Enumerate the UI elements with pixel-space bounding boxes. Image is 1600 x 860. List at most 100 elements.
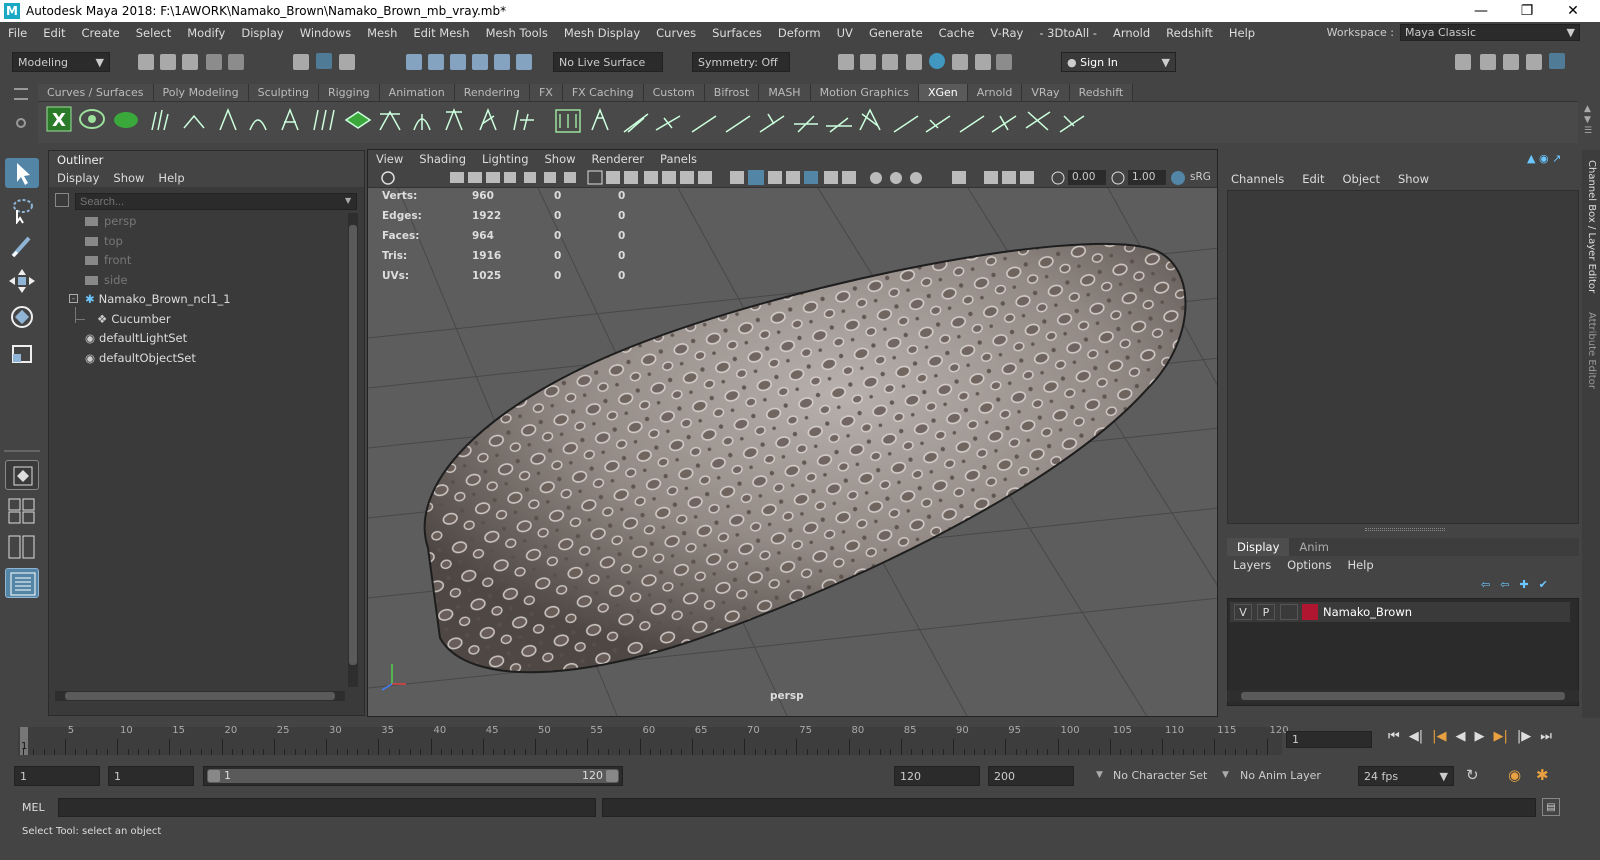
side-tab-channel-box[interactable]: Channel Box / Layer Editor bbox=[1585, 160, 1597, 293]
isolate-icon[interactable] bbox=[544, 172, 556, 183]
select-camera-icon[interactable] bbox=[381, 171, 395, 185]
layer-playback-toggle[interactable]: P bbox=[1257, 604, 1275, 620]
workspace-dropdown[interactable]: Maya Classic ▼ bbox=[1400, 24, 1580, 41]
outliner-item-top[interactable]: top bbox=[85, 232, 123, 250]
viewport-menu-panels[interactable]: Panels bbox=[660, 150, 697, 168]
menu-cache[interactable]: Cache bbox=[931, 26, 983, 40]
menu-select[interactable]: Select bbox=[128, 26, 179, 40]
xray-joints-icon[interactable] bbox=[984, 171, 998, 184]
gamma-field[interactable]: 1.00 bbox=[1128, 170, 1166, 185]
groom-elevation-icon[interactable] bbox=[959, 115, 985, 133]
render-view-icon[interactable] bbox=[929, 53, 945, 69]
guide-cut-icon[interactable] bbox=[445, 107, 463, 131]
guide-add-icon[interactable] bbox=[151, 109, 169, 131]
playback-end-field[interactable]: 120 bbox=[894, 766, 980, 786]
groom-comb-icon[interactable] bbox=[655, 115, 681, 131]
paint-map-icon[interactable] bbox=[555, 109, 581, 133]
guide-rebuild-icon[interactable] bbox=[313, 109, 335, 131]
shelf-tab-mash[interactable]: MASH bbox=[759, 84, 811, 101]
colorspace-label[interactable]: sRG bbox=[1190, 170, 1211, 185]
outliner-menu-help[interactable]: Help bbox=[158, 169, 184, 187]
range-slider[interactable]: 1 120 bbox=[203, 766, 623, 786]
channel-box-menu-edit[interactable]: Edit bbox=[1302, 170, 1324, 188]
select-hierarchy-icon[interactable] bbox=[293, 54, 309, 70]
exposure-icon[interactable] bbox=[1051, 171, 1065, 185]
render-frame-icon[interactable] bbox=[838, 54, 854, 70]
layer-row-namako-brown[interactable]: V P Namako_Brown bbox=[1230, 602, 1570, 622]
channel-box-toggle-icon[interactable] bbox=[1549, 53, 1565, 69]
menu-redshift[interactable]: Redshift bbox=[1158, 26, 1221, 40]
anti-aliasing-icon[interactable] bbox=[910, 172, 922, 184]
loop-icon[interactable]: ↻ bbox=[1466, 766, 1479, 784]
outliner-vertical-scrollbar[interactable] bbox=[348, 213, 358, 687]
command-language-label[interactable]: MEL bbox=[22, 801, 45, 814]
wireframe-on-shaded-icon[interactable] bbox=[768, 171, 782, 184]
shelf-tab-xgen[interactable]: XGen bbox=[918, 84, 968, 101]
viewport-menu-shading[interactable]: Shading bbox=[419, 150, 466, 168]
layer-menu-layers[interactable]: Layers bbox=[1233, 556, 1271, 574]
menu-mesh-display[interactable]: Mesh Display bbox=[556, 26, 648, 40]
guide-lock-icon[interactable] bbox=[281, 107, 299, 131]
groom-brush-icon[interactable] bbox=[1059, 115, 1085, 133]
outliner-layout-icon[interactable] bbox=[5, 568, 39, 598]
chevron-down-icon[interactable]: ▼ bbox=[1222, 770, 1229, 780]
shelf-tab-rendering[interactable]: Rendering bbox=[454, 84, 530, 101]
character-set-dropdown[interactable]: No Character Set bbox=[1113, 769, 1207, 782]
outliner-item-persp[interactable]: persp bbox=[85, 212, 136, 230]
single-perspective-layout-icon[interactable] bbox=[5, 460, 39, 490]
menu-mesh-tools[interactable]: Mesh Tools bbox=[478, 26, 556, 40]
vray-ipr-icon[interactable] bbox=[975, 54, 991, 70]
play-forwards-icon[interactable]: ▶ bbox=[1474, 729, 1484, 749]
motion-blur-icon[interactable] bbox=[890, 172, 902, 184]
modeling-toolkit-icon[interactable] bbox=[1455, 54, 1471, 70]
menu-3dtoall[interactable]: - 3DtoAll - bbox=[1031, 26, 1105, 40]
animation-start-field[interactable]: 1 bbox=[14, 766, 100, 786]
gate-mask-icon[interactable] bbox=[644, 171, 658, 184]
layer-horizontal-scrollbar[interactable] bbox=[1227, 690, 1579, 702]
close-icon[interactable]: ✕ bbox=[1550, 0, 1596, 22]
layer-tab-anim[interactable]: Anim bbox=[1289, 538, 1339, 556]
grease-pencil-icon[interactable] bbox=[524, 172, 536, 183]
exposure-field[interactable]: 0.00 bbox=[1068, 170, 1106, 185]
shelf-tab-bifrost[interactable]: Bifrost bbox=[704, 84, 760, 101]
shelf-tab-arnold[interactable]: Arnold bbox=[967, 84, 1023, 101]
open-scene-icon[interactable] bbox=[160, 54, 176, 70]
script-editor-icon[interactable]: ▤ bbox=[1542, 798, 1560, 816]
channel-box-refresh-icon[interactable]: ◉ bbox=[1539, 152, 1549, 165]
shelf-settings-icon[interactable] bbox=[16, 118, 26, 128]
xray-icon[interactable] bbox=[842, 171, 856, 184]
wireframe-icon[interactable] bbox=[730, 171, 744, 184]
xgen-icon[interactable]: X bbox=[46, 106, 72, 132]
tool-settings-icon[interactable] bbox=[1526, 54, 1542, 70]
sea-cucumber-mesh[interactable] bbox=[368, 188, 1218, 717]
symmetry-dropdown[interactable]: Symmetry: Off bbox=[692, 52, 790, 72]
play-backwards-icon[interactable]: ◀ bbox=[1455, 729, 1465, 749]
shelf-tab-sculpting[interactable]: Sculpting bbox=[248, 84, 319, 101]
groom-length-icon[interactable] bbox=[725, 115, 751, 133]
channel-box-menu-object[interactable]: Object bbox=[1343, 170, 1380, 188]
snap-surface-icon[interactable] bbox=[494, 54, 510, 70]
new-empty-layer-icon[interactable]: ✚ bbox=[1519, 578, 1528, 594]
outliner-item-side[interactable]: side bbox=[85, 271, 128, 289]
perspective-viewport[interactable]: View Shading Lighting Show Renderer Pane… bbox=[367, 149, 1218, 717]
persp-outliner-layout-icon[interactable] bbox=[5, 532, 39, 562]
shelf-tab-vray[interactable]: VRay bbox=[1022, 84, 1070, 101]
resolution-gate-icon[interactable] bbox=[624, 171, 638, 184]
menu-display[interactable]: Display bbox=[233, 26, 291, 40]
isolate-select-icon[interactable] bbox=[952, 171, 966, 184]
camera-tool-icon[interactable] bbox=[564, 172, 576, 183]
collapse-toggle-icon[interactable]: - bbox=[69, 294, 78, 303]
step-back-frame-icon[interactable]: ◀| bbox=[1409, 729, 1423, 749]
snap-grid-icon[interactable] bbox=[406, 54, 422, 70]
animation-end-field[interactable]: 200 bbox=[988, 766, 1074, 786]
layer-menu-help[interactable]: Help bbox=[1347, 556, 1373, 574]
undo-icon[interactable] bbox=[206, 54, 222, 70]
new-layer-from-selection-icon[interactable]: ✔ bbox=[1539, 578, 1548, 594]
guide-attract-icon[interactable] bbox=[513, 109, 534, 131]
camera-attributes-icon[interactable] bbox=[450, 172, 464, 183]
backface-culling-icon[interactable] bbox=[1020, 171, 1034, 184]
select-tool-icon[interactable] bbox=[5, 158, 39, 188]
current-frame-field[interactable]: 1 bbox=[1286, 731, 1372, 748]
lasso-tool-icon[interactable] bbox=[5, 194, 39, 225]
viewport-menu-show[interactable]: Show bbox=[545, 150, 576, 168]
